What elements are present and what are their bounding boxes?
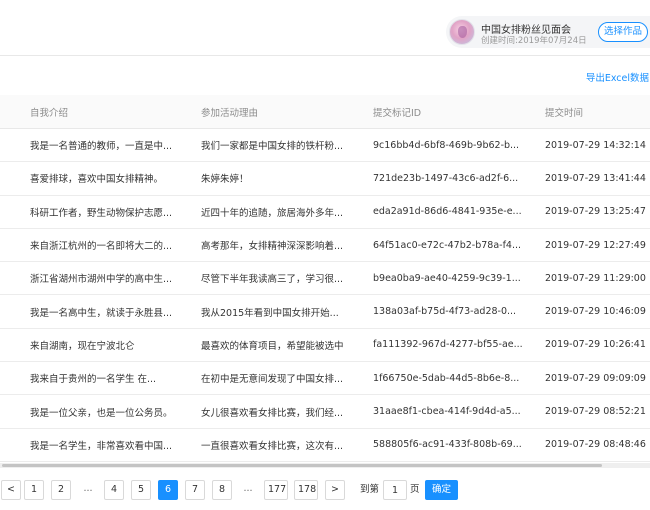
table-row[interactable]: 我是一名普通的教师，一直是中... 我们一家都是中国女排的铁杆粉... 9c16bb… bbox=[0, 129, 650, 163]
cell-submission-id: 31aae8f1-cbea-414f-9d4d-a5... bbox=[373, 406, 521, 418]
cell-submit-time: 2019-07-29 09:09:09 bbox=[545, 372, 646, 384]
table-row[interactable]: 我来自于贵州的一名学生 在... 在初中是无意间发现了中国女排... 1f66750… bbox=[0, 362, 650, 396]
page-button-1[interactable]: 1 bbox=[24, 480, 44, 500]
cell-submission-id: b9ea0ba9-ae40-4259-9c39-1... bbox=[373, 272, 521, 284]
header-divider bbox=[0, 55, 650, 56]
cell-submission-id: 1f66750e-5dab-44d5-8b6e-8... bbox=[373, 372, 520, 384]
table-row[interactable]: 来自浙江杭州的一名即将大二的... 高考那年，女排精神深深影响着... 64f51a… bbox=[0, 229, 650, 263]
table-row[interactable]: 我是一名学生，非常喜欢看中国... 一直很喜欢看女排比赛，这次有... 588805… bbox=[0, 429, 650, 462]
cell-submit-time: 2019-07-29 13:25:47 bbox=[545, 206, 646, 218]
cell-submit-time: 2019-07-29 08:48:46 bbox=[545, 439, 646, 451]
table-row[interactable]: 我是一名高中生，就读于永胜县... 我从2015年看到中国女排开始... 138a0… bbox=[0, 295, 650, 329]
cell-submission-id: 588805f6-ac91-433f-808b-69... bbox=[373, 439, 522, 451]
cell-reason: 我从2015年看到中国女排开始... bbox=[201, 307, 339, 319]
cell-submit-time: 2019-07-29 10:26:41 bbox=[545, 339, 646, 351]
column-header-id: 提交标记ID bbox=[373, 107, 422, 119]
table-header: 自我介绍 参加活动理由 提交标记ID 提交时间 bbox=[0, 95, 650, 129]
cell-reason: 朱婷朱婷！ bbox=[201, 174, 249, 186]
table-row[interactable]: 科研工作者，野生动物保护志愿... 近四十年的追随，旅居海外多年... eda2a9… bbox=[0, 196, 650, 229]
export-excel-link[interactable]: 导出Excel数据 bbox=[586, 70, 649, 84]
pagination: < 1 2 ... 4 5 6 7 8 ... 177 178 > 到第 页 确… bbox=[0, 480, 650, 500]
goto-page-input[interactable] bbox=[383, 480, 407, 500]
event-created-date: 创建时间:2019年07月24日 bbox=[481, 36, 587, 46]
table-body: 我是一名普通的教师，一直是中... 我们一家都是中国女排的铁杆粉... 9c16bb… bbox=[0, 129, 650, 462]
cell-submission-id: 721de23b-1497-43c6-ad2f-6... bbox=[373, 172, 519, 184]
goto-prefix-label: 到第 bbox=[360, 484, 380, 495]
horizontal-scrollbar[interactable] bbox=[0, 463, 650, 468]
goto-suffix-label: 页 bbox=[410, 484, 420, 495]
prev-page-button[interactable]: < bbox=[1, 480, 21, 500]
cell-submit-time: 2019-07-29 14:32:14 bbox=[545, 139, 646, 151]
cell-intro: 科研工作者，野生动物保护志愿... bbox=[30, 207, 173, 219]
table-row[interactable]: 来自湖南，现在宁波北仑 最喜欢的体育项目，希望能被选中 fa111392-967d-… bbox=[0, 329, 650, 363]
cell-intro: 来自浙江杭州的一名即将大二的... bbox=[30, 241, 173, 253]
table-row[interactable]: 喜爱排球，喜欢中国女排精神。 朱婷朱婷！ 721de23b-1497-43c6-ad… bbox=[0, 162, 650, 196]
cell-intro: 我是一名高中生，就读于永胜县... bbox=[30, 307, 173, 319]
table-row[interactable]: 浙江省湖州市湖州中学的高中生... 尽管下半年我读高三了，学习很... b9ea0b… bbox=[0, 262, 650, 296]
cell-intro: 浙江省湖州市湖州中学的高中生... bbox=[30, 274, 173, 286]
cell-reason: 近四十年的追随，旅居海外多年... bbox=[201, 207, 344, 219]
cell-reason: 最喜欢的体育项目，希望能被选中 bbox=[201, 340, 344, 352]
event-logo-icon bbox=[449, 19, 475, 45]
cell-intro: 来自湖南，现在宁波北仑 bbox=[30, 340, 135, 352]
cell-submit-time: 2019-07-29 13:41:44 bbox=[545, 172, 646, 184]
table-row[interactable]: 我是一位父亲，也是一位公务员。 女儿很喜欢看女排比赛，我们经... 31aae8f1… bbox=[0, 395, 650, 429]
cell-reason: 高考那年，女排精神深深影响着... bbox=[201, 241, 344, 253]
cell-intro: 我是一名普通的教师，一直是中... bbox=[30, 141, 173, 153]
next-page-button[interactable]: > bbox=[325, 480, 345, 500]
cell-submit-time: 2019-07-29 10:46:09 bbox=[545, 306, 646, 318]
pagination-ellipsis-right[interactable]: ... bbox=[238, 480, 258, 500]
page-button-5[interactable]: 5 bbox=[131, 480, 151, 500]
page-button-7[interactable]: 7 bbox=[185, 480, 205, 500]
cell-submission-id: fa111392-967d-4277-bf55-ae... bbox=[373, 339, 523, 351]
cell-reason: 一直很喜欢看女排比赛，这次有... bbox=[201, 440, 344, 452]
cell-submit-time: 2019-07-29 11:29:00 bbox=[545, 272, 646, 284]
cell-reason: 女儿很喜欢看女排比赛，我们经... bbox=[201, 407, 344, 419]
cell-submit-time: 2019-07-29 08:52:21 bbox=[545, 406, 646, 418]
page-button-2[interactable]: 2 bbox=[51, 480, 71, 500]
choose-work-button[interactable]: 选择作品 bbox=[598, 22, 648, 42]
cell-submission-id: 9c16bb4d-6bf8-469b-9b62-b... bbox=[373, 139, 520, 151]
cell-intro: 我是一名学生，非常喜欢看中国... bbox=[30, 440, 173, 452]
cell-submit-time: 2019-07-29 12:27:49 bbox=[545, 239, 646, 251]
scrollbar-thumb[interactable] bbox=[2, 464, 602, 467]
page-button-6-current[interactable]: 6 bbox=[158, 480, 178, 500]
cell-intro: 我来自于贵州的一名学生 在... bbox=[30, 374, 157, 386]
cell-reason: 尽管下半年我读高三了，学习很... bbox=[201, 274, 344, 286]
cell-submission-id: eda2a91d-86d6-4841-935e-e... bbox=[373, 206, 522, 218]
cell-intro: 喜爱排球，喜欢中国女排精神。 bbox=[30, 174, 164, 186]
column-header-time: 提交时间 bbox=[545, 107, 584, 119]
event-card: 中国女排粉丝见面会 创建时间:2019年07月24日 选择作品 bbox=[446, 16, 650, 48]
column-header-reason: 参加活动理由 bbox=[201, 107, 259, 119]
submissions-table: 自我介绍 参加活动理由 提交标记ID 提交时间 我是一名普通的教师，一直是中..… bbox=[0, 95, 650, 462]
page-button-8[interactable]: 8 bbox=[212, 480, 232, 500]
cell-submission-id: 138a03af-b75d-4f73-ad28-0... bbox=[373, 306, 517, 318]
page-button-177[interactable]: 177 bbox=[264, 480, 288, 500]
cell-intro: 我是一位父亲，也是一位公务员。 bbox=[30, 407, 173, 419]
page-button-178[interactable]: 178 bbox=[294, 480, 318, 500]
cell-reason: 我们一家都是中国女排的铁杆粉... bbox=[201, 141, 344, 153]
column-header-intro: 自我介绍 bbox=[30, 107, 69, 119]
pagination-ellipsis-left[interactable]: ... bbox=[78, 480, 98, 500]
cell-reason: 在初中是无意间发现了中国女排... bbox=[201, 374, 344, 386]
cell-submission-id: 64f51ac0-e72c-47b2-b78a-f4... bbox=[373, 239, 522, 251]
goto-confirm-button[interactable]: 确定 bbox=[425, 480, 458, 500]
page-button-4[interactable]: 4 bbox=[104, 480, 124, 500]
